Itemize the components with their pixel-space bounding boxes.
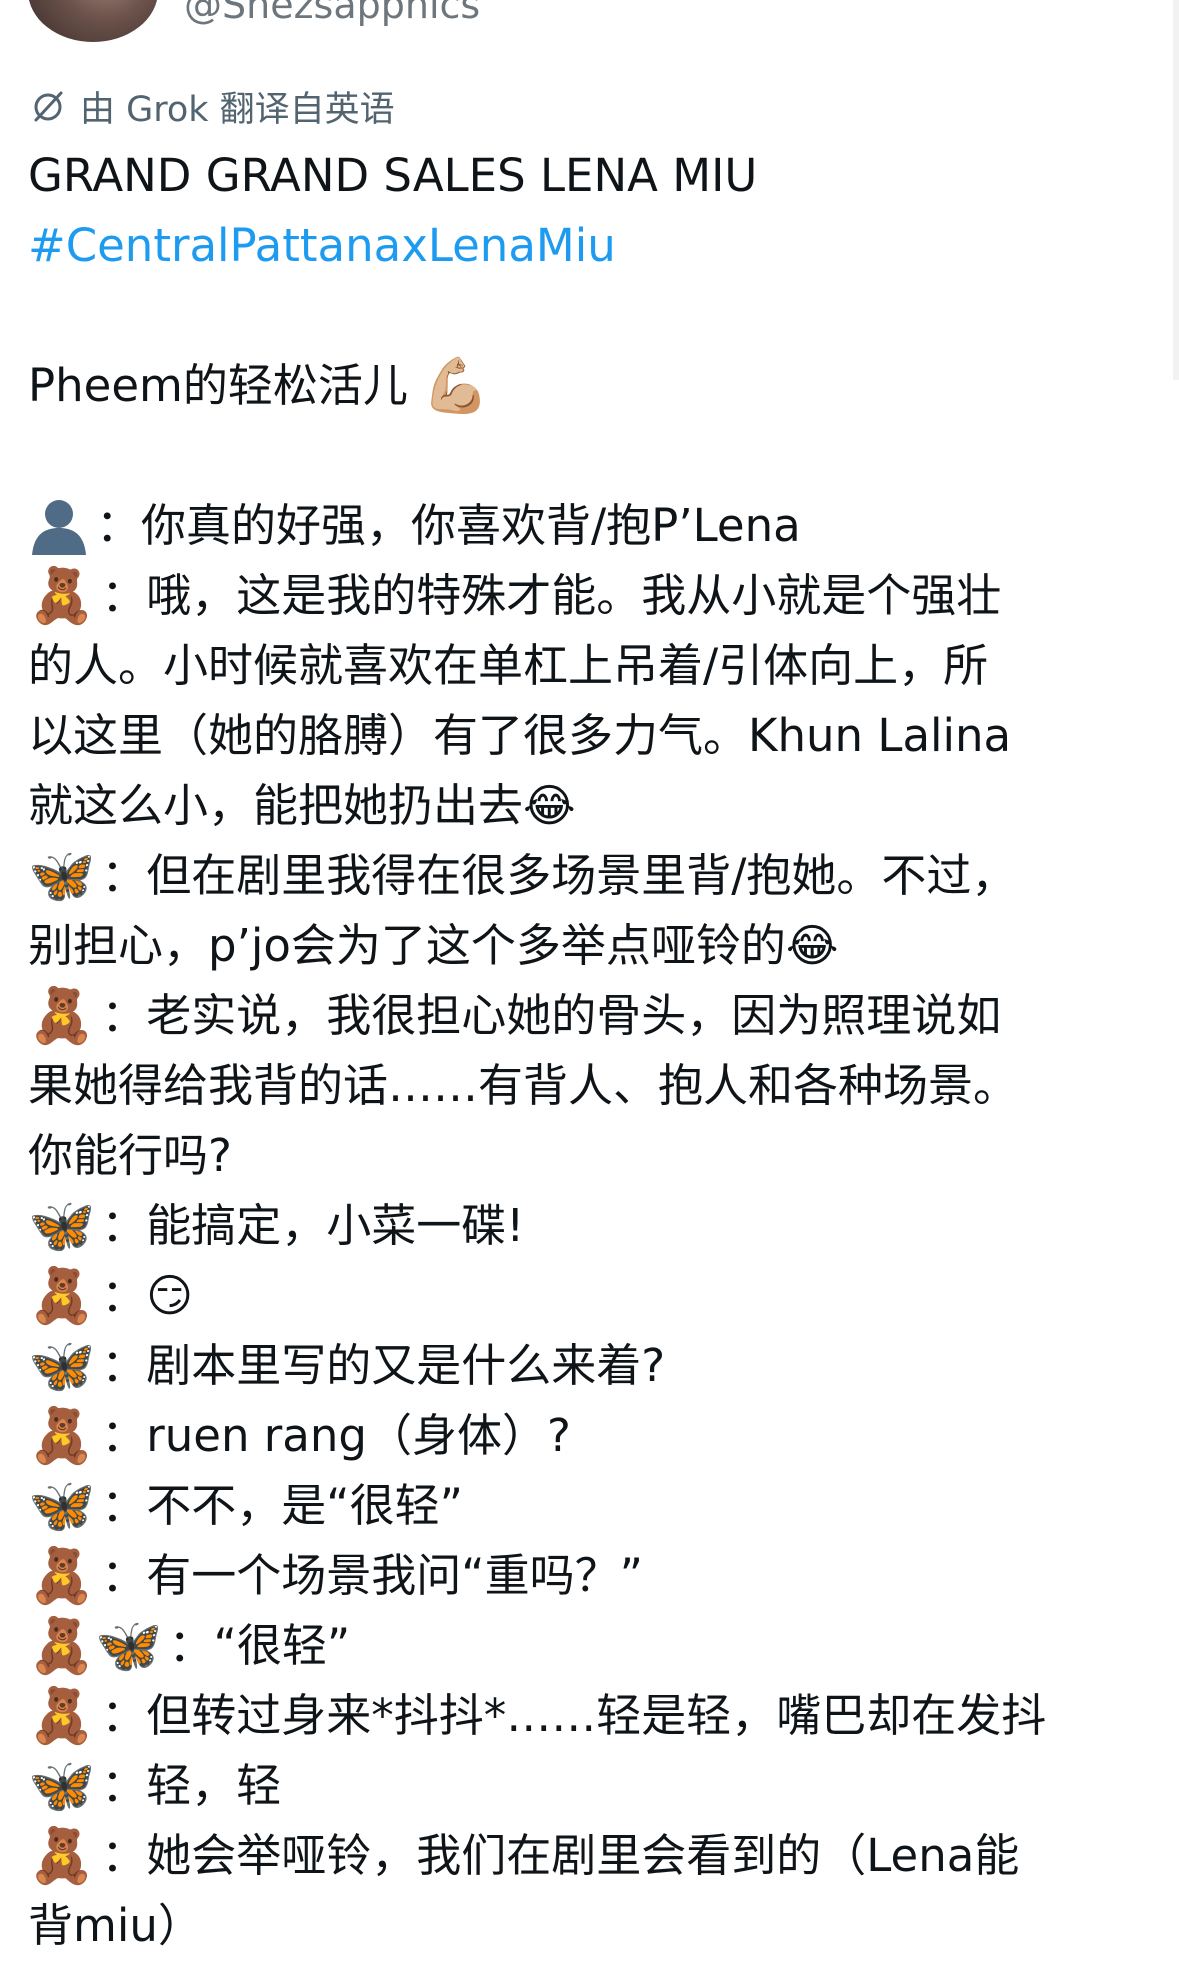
dialogue-line: 🧸🦋 ：“很轻” <box>28 1611 1148 1681</box>
speaker-emoji: 🧸 <box>28 1404 96 1467</box>
speaker-emoji: 🧸 <box>28 564 96 627</box>
dialogue-text: 剧本里写的又是什么来着? <box>146 1339 666 1392</box>
speaker-emoji: 🧸 <box>28 984 96 1047</box>
speaker-emoji: 🦋 <box>28 1334 96 1397</box>
person-silhouette-icon <box>32 500 86 555</box>
speaker-separator: ： <box>168 1619 214 1672</box>
dialogue-line: 🦋 ：不不，是“很轻” <box>28 1471 1148 1541</box>
dialogue-text: 就这么小，能把她扔出去😂 <box>28 779 576 832</box>
speaker-emoji: 🧸🦋 <box>28 1614 163 1677</box>
dialogue-line: 🧸 ：哦，这是我的特殊才能。我从小就是个强壮 <box>28 561 1148 631</box>
speaker-emoji: 🦋 <box>28 1194 96 1257</box>
dialogue-text: 但在剧里我得在很多场景里背/抱她。不过， <box>146 849 1017 902</box>
speaker-separator: ： <box>101 1409 147 1462</box>
scrollbar-track[interactable] <box>1173 0 1179 380</box>
flexed-biceps-emoji: 💪🏼 <box>422 354 490 417</box>
dialogue-text: 背miu） <box>28 1899 203 1952</box>
author-handle[interactable]: @Snezsapphics <box>184 0 480 28</box>
dialogue: ：你真的好强，你喜欢背/抱P’Lena 🧸 ：哦，这是我的特殊才能。我从小就是个强壮… <box>28 491 1148 1961</box>
hashtag-link[interactable]: #CentralPattanaxLenaMiu <box>28 211 1148 281</box>
translation-notice-text: 由 Grok 翻译自英语 <box>80 89 395 130</box>
dialogue-text: 果她得给我背的话……有背人、抱人和各种场景。 <box>28 1059 1019 1112</box>
speaker-emoji: 🧸 <box>28 1684 96 1747</box>
dialogue-line: 你能行吗? <box>28 1121 1148 1191</box>
dialogue-text: 不不，是“很轻” <box>146 1479 463 1532</box>
dialogue-text: 你真的好强，你喜欢背/抱P’Lena <box>141 499 801 552</box>
dialogue-text: “很轻” <box>213 1619 351 1672</box>
dialogue-text: 她会举哑铃，我们在剧里会看到的（Lena能 <box>146 1829 1020 1882</box>
dialogue-line: 🧸 ：ruen rang（身体）? <box>28 1401 1148 1471</box>
speaker-separator: ： <box>101 1479 147 1532</box>
dialogue-line: 🧸 ：有一个场景我问“重吗？” <box>28 1541 1148 1611</box>
dialogue-text: 😏 <box>146 1269 194 1322</box>
dialogue-line: 🦋 ：剧本里写的又是什么来着? <box>28 1331 1148 1401</box>
intro-text: Pheem的轻松活儿 <box>28 359 408 412</box>
dialogue-line: 🦋 ：但在剧里我得在很多场景里背/抱她。不过， <box>28 841 1148 911</box>
dialogue-line: 🦋 ：轻，轻 <box>28 1751 1148 1821</box>
speaker-separator: ： <box>101 849 147 902</box>
dialogue-line: 以这里（她的胳膊）有了很多力气。Khun Lalina <box>28 701 1148 771</box>
translation-notice[interactable]: 由 Grok 翻译自英语 <box>28 80 395 132</box>
dialogue-text: 能搞定，小菜一碟! <box>146 1199 525 1252</box>
dialogue-line: 🧸 ：但转过身来*抖抖*……轻是轻，嘴巴却在发抖 <box>28 1681 1148 1751</box>
speaker-separator: ： <box>101 1199 147 1252</box>
speaker-separator: ： <box>101 1269 147 1322</box>
dialogue-text: 你能行吗? <box>28 1129 232 1182</box>
dialogue-line: 别担心，p’jo会为了这个多举点哑铃的😂 <box>28 911 1148 981</box>
author-avatar[interactable] <box>28 0 158 42</box>
intro-line: Pheem的轻松活儿 💪🏼 <box>28 351 1148 421</box>
dialogue-text: 哦，这是我的特殊才能。我从小就是个强壮 <box>146 569 1002 622</box>
dialogue-line: 🧸 ：老实说，我很担心她的骨头，因为照理说如 <box>28 981 1148 1051</box>
dialogue-text: 别担心，p’jo会为了这个多举点哑铃的😂 <box>28 919 839 972</box>
dialogue-text: 的人。小时候就喜欢在单杠上吊着/引体向上，所 <box>28 639 989 692</box>
dialogue-text: ruen rang（身体）? <box>146 1409 571 1462</box>
speaker-emoji: 🧸 <box>28 1824 96 1887</box>
dialogue-line: ：你真的好强，你喜欢背/抱P’Lena <box>28 491 1148 561</box>
speaker-emoji: 🦋 <box>28 1474 96 1537</box>
dialogue-text: 有一个场景我问“重吗？” <box>146 1549 643 1602</box>
grok-icon <box>34 91 63 122</box>
speaker-separator: ： <box>101 1759 147 1812</box>
speaker-emoji: 🦋 <box>28 844 96 907</box>
speaker-separator: ： <box>96 499 142 552</box>
speaker-separator: ： <box>101 1829 147 1882</box>
dialogue-line: 果她得给我背的话……有背人、抱人和各种场景。 <box>28 1051 1148 1121</box>
speaker-emoji: 🧸 <box>28 1544 96 1607</box>
dialogue-line: 背miu） <box>28 1891 1148 1961</box>
speaker-separator: ： <box>101 1689 147 1742</box>
speaker-emoji: 🦋 <box>28 1754 96 1817</box>
tweet-title: GRAND GRAND SALES LENA MIU <box>28 149 758 202</box>
speaker-separator: ： <box>101 1549 147 1602</box>
dialogue-text: 轻，轻 <box>146 1759 282 1812</box>
speaker-separator: ： <box>101 1339 147 1392</box>
tweet-text: GRAND GRAND SALES LENA MIU #CentralPatta… <box>28 141 1148 1961</box>
dialogue-line: 🦋 ：能搞定，小菜一碟! <box>28 1191 1148 1261</box>
speaker-separator: ： <box>101 569 147 622</box>
dialogue-text: 老实说，我很担心她的骨头，因为照理说如 <box>146 989 1002 1042</box>
dialogue-line: 🧸 ：😏 <box>28 1261 1148 1331</box>
dialogue-line: 🧸 ：她会举哑铃，我们在剧里会看到的（Lena能 <box>28 1821 1148 1891</box>
dialogue-text: 以这里（她的胳膊）有了很多力气。Khun Lalina <box>28 709 1012 762</box>
speaker-emoji: 🧸 <box>28 1264 96 1327</box>
dialogue-text: 但转过身来*抖抖*……轻是轻，嘴巴却在发抖 <box>146 1689 1047 1742</box>
dialogue-line: 就这么小，能把她扔出去😂 <box>28 771 1148 841</box>
speaker-separator: ： <box>101 989 147 1042</box>
dialogue-line: 的人。小时候就喜欢在单杠上吊着/引体向上，所 <box>28 631 1148 701</box>
